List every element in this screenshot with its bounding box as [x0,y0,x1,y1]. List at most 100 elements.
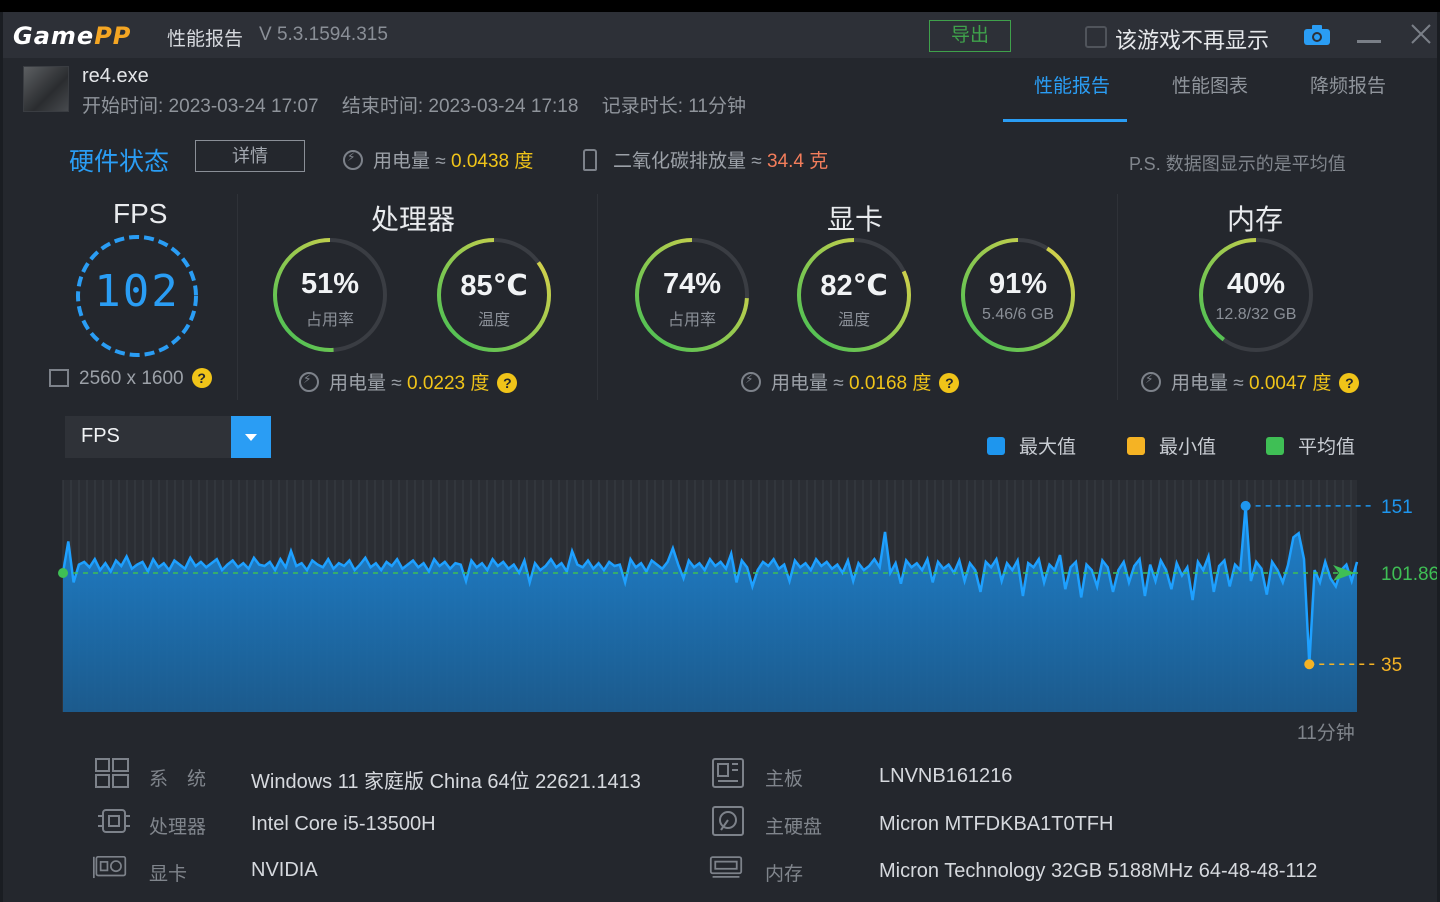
memory-usage-label: 12.8/32 GB [1215,306,1297,323]
tab-performance-chart[interactable]: 性能图表 [1141,68,1279,122]
gpu-vram-gauge: 91% 5.46/6 GB [959,236,1077,354]
export-button[interactable]: 导出 [929,20,1011,52]
windows-icon [95,758,129,788]
version-label: V 5.3.1594.315 [259,24,388,45]
help-icon[interactable]: ? [1339,373,1360,393]
gpu-usage-value: 74% [662,268,722,300]
chart-note: P.S. 数据图显示的是平均值 [1129,154,1346,174]
gpu-vram-label: 5.46/6 GB [981,306,1055,323]
title-bar: GamePP 性能报告 V 5.3.1594.315 导出 该游戏不再显示 [3,12,1437,58]
monitor-icon [49,369,69,387]
gpu-usage-label: 占用率 [667,312,716,329]
memory-key: 内存 [765,864,804,885]
gpu-temp-label: 温度 [837,312,870,329]
gpu-power-info: 用电量 ≈ 0.0168 度? [741,368,960,395]
metric-select[interactable]: FPS [65,416,271,458]
motherboard-key: 主板 [765,769,804,790]
legend-max-swatch [987,437,1005,455]
memory-usage-gauge: 40% 12.8/32 GB [1197,236,1315,354]
tab-throttle-report[interactable]: 降频报告 [1279,68,1417,122]
game-thumbnail [23,66,69,112]
gpu-temp-value: 82℃ [820,270,888,302]
tab-performance-report[interactable]: 性能报告 [1003,68,1141,122]
screen-edge [0,0,1440,12]
co2-emission: 二氧化碳排放量 ≈ 34.4 克 [583,146,828,173]
legend-avg-swatch [1266,437,1284,455]
app-logo: GamePP [13,22,132,50]
motherboard-value: LNVNB161216 [879,765,1013,787]
power-icon [1141,372,1161,392]
disk-icon [712,806,744,836]
start-time: 开始时间: 2023-03-24 17:07 [82,96,319,117]
metric-select-value: FPS [81,425,120,447]
max-point [1240,500,1251,511]
help-icon[interactable]: ? [939,373,960,393]
min-point [1304,659,1315,670]
legend-min-swatch [1127,437,1145,455]
help-icon[interactable]: ? [497,373,518,393]
system-key: 系 统 [149,769,207,790]
cpu-usage-value: 51% [300,268,360,300]
divider [237,194,238,400]
memory-icon [709,856,743,878]
legend-min: 最小值 [1127,432,1216,459]
fps-heading: FPS [113,198,168,229]
end-time: 结束时间: 2023-03-24 17:18 [341,96,579,117]
memory-heading: 内存 [1227,204,1284,235]
avg-point [58,567,68,578]
gpu-icon [93,855,127,879]
motherboard-icon [712,758,744,788]
divider [597,194,598,400]
fps-value: 102 [94,266,180,317]
gpu-value: NVIDIA [251,859,318,881]
x-axis-end-label: 11分钟 [1297,723,1355,744]
cpu-heading: 处理器 [371,204,456,235]
gpu-key: 显卡 [149,864,188,885]
cpu-temp-gauge: 85℃ 温度 [435,236,553,354]
disk-value: Micron MTFDKBA1T0TFH [879,813,1114,835]
cpu-value: Intel Core i5-13500H [251,813,436,835]
max-value-label: 151 [1381,497,1413,518]
close-icon[interactable] [1409,22,1433,46]
report-tabs: 性能报告 性能图表 降频报告 [1003,68,1417,122]
minimize-icon[interactable] [1357,40,1381,43]
cpu-key: 处理器 [149,817,207,838]
memory-usage-value: 40% [1226,268,1286,300]
power-icon [741,372,761,392]
help-icon[interactable]: ? [191,368,212,388]
camera-icon[interactable] [1303,24,1331,46]
power-icon [343,150,363,170]
window-title: 性能报告 [167,29,244,50]
disk-key: 主硬盘 [765,817,823,838]
memory-power-info: 用电量 ≈ 0.0047 度? [1141,368,1360,395]
resolution-info: 2560 x 1600? [49,368,212,390]
cpu-usage-gauge: 51% 占用率 [271,236,389,354]
hide-game-checkbox[interactable] [1085,26,1107,48]
legend-avg: 平均值 [1266,432,1355,459]
avg-value-label: 101.86 [1381,564,1437,585]
chevron-down-icon[interactable] [231,416,271,458]
session-times: 开始时间: 2023-03-24 17:07 结束时间: 2023-03-24 … [82,91,764,118]
legend-max: 最大值 [987,432,1076,459]
gpu-usage-gauge: 74% 占用率 [633,236,751,354]
game-exe-name: re4.exe [82,65,149,87]
system-value: Windows 11 家庭版 China 64位 22621.1413 [251,771,641,793]
cpu-usage-label: 占用率 [305,312,354,329]
divider [1117,194,1118,400]
gpu-heading: 显卡 [827,204,884,235]
report-window: GamePP 性能报告 V 5.3.1594.315 导出 该游戏不再显示 re… [3,12,1437,902]
duration: 记录时长: 11分钟 [601,96,747,117]
hardware-status-title: 硬件状态 [69,148,170,176]
gpu-vram-value: 91% [988,268,1048,300]
cpu-temp-value: 85℃ [460,270,528,302]
hide-game-label[interactable]: 该游戏不再显示 [1115,23,1269,55]
total-power: 用电量 ≈ 0.0438 度 [343,146,533,173]
memory-value: Micron Technology 32GB 5188MHz 64-48-48-… [879,860,1318,882]
cpu-icon [98,809,130,833]
power-icon [299,372,319,392]
details-button[interactable]: 详情 [195,140,305,172]
bottle-icon [583,149,597,171]
fps-chart: 151 101.86 35 [58,480,1437,712]
cpu-power-info: 用电量 ≈ 0.0223 度? [299,368,518,395]
cpu-temp-label: 温度 [477,312,510,329]
